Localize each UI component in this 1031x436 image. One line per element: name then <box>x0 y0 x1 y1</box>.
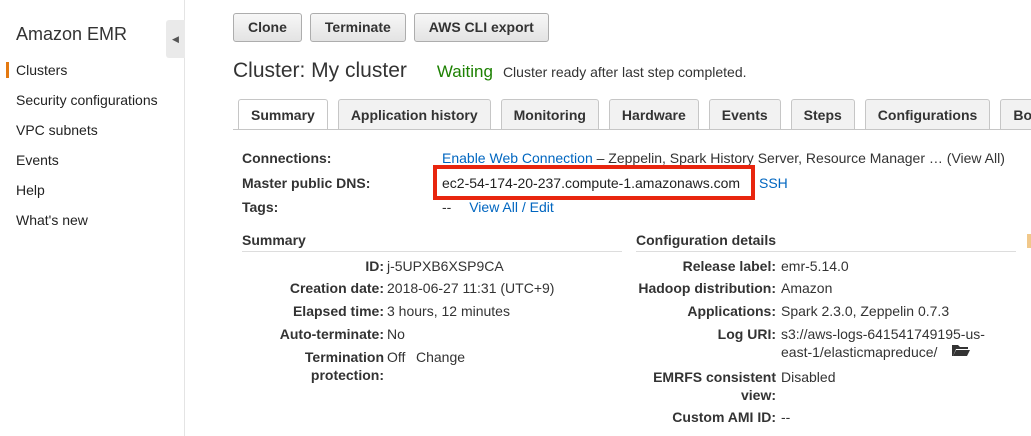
tab-monitoring[interactable]: Monitoring <box>500 99 599 130</box>
collapse-sidebar-button[interactable]: ◀ <box>166 20 185 58</box>
log-uri-value-2: east-1/elasticmapreduce/ <box>781 344 938 360</box>
creation-date-value: 2018-06-27 11:31 (UTC+9) <box>387 280 555 296</box>
elapsed-time-value: 3 hours, 12 minutes <box>387 303 510 319</box>
applications-value: Spark 2.3.0, Zeppelin 0.7.3 <box>781 303 950 319</box>
brand-title[interactable]: Amazon EMR <box>16 24 127 45</box>
tab-bar: Summary Application history Monitoring H… <box>238 99 1031 130</box>
cluster-header: Cluster: My cluster Waiting Cluster read… <box>233 59 747 83</box>
auto-terminate-label: Auto-terminate: <box>279 326 384 342</box>
applications-label: Applications: <box>687 303 776 319</box>
master-dns-label: Master public DNS: <box>242 175 371 191</box>
emrfs-consistent-view-value: Disabled <box>781 369 836 385</box>
termination-protection-label-1: Termination <box>304 349 384 365</box>
change-termination-link[interactable]: Change <box>416 348 465 366</box>
tab-hardware[interactable]: Hardware <box>608 99 699 130</box>
toolbar: Clone Terminate AWS CLI export <box>233 13 549 42</box>
master-dns-value[interactable]: ec2-54-174-20-237.compute-1.amazonaws.co… <box>442 175 740 191</box>
sidebar-item-whats-new[interactable]: What's new <box>0 208 184 238</box>
config-values: emr-5.14.0 Amazon Spark 2.3.0, Zeppelin … <box>781 257 1021 427</box>
tab-events[interactable]: Events <box>708 99 781 130</box>
enable-web-connection-link[interactable]: Enable Web Connection <box>442 150 593 166</box>
termination-protection-label-2: protection: <box>310 367 384 383</box>
cluster-id-value: j-5UPXB6XSP9CA <box>387 258 504 274</box>
view-all-edit-tags-link[interactable]: View All / Edit <box>469 199 554 215</box>
clone-button[interactable]: Clone <box>233 13 302 42</box>
custom-ami-label: Custom AMI ID: <box>672 409 776 425</box>
folder-open-icon <box>952 345 970 356</box>
release-label-value: emr-5.14.0 <box>781 258 849 274</box>
emrfs-label-1: EMRFS consistent <box>653 369 776 385</box>
connections-apps-text: – Zeppelin, Spark History Server, Resour… <box>592 150 947 166</box>
tags-empty-value: -- <box>442 199 452 215</box>
terminate-button[interactable]: Terminate <box>309 13 406 42</box>
custom-ami-value: -- <box>781 409 791 425</box>
log-uri-value-1: s3://aws-logs-641541749195-us- <box>781 326 985 342</box>
status-badge: Waiting <box>436 62 493 81</box>
hadoop-distribution-value: Amazon <box>781 280 833 296</box>
elapsed-time-label: Elapsed time: <box>292 303 384 319</box>
creation-date-label: Creation date: <box>289 280 384 296</box>
tab-bootstrap-actions[interactable]: Bootstr <box>1000 99 1031 130</box>
connections-value: Enable Web Connection – Zeppelin, Spark … <box>442 150 1005 166</box>
ssh-link[interactable]: SSH <box>759 175 788 191</box>
tags-label: Tags: <box>242 199 279 215</box>
summary-heading: Summary <box>242 232 622 252</box>
hadoop-distribution-label: Hadoop distribution: <box>638 280 776 296</box>
termination-protection-value: Off <box>387 349 406 365</box>
log-uri-label: Log URI: <box>717 326 776 342</box>
aws-cli-export-button[interactable]: AWS CLI export <box>413 13 549 42</box>
sidebar-item-security-configurations[interactable]: Security configurations <box>0 88 184 118</box>
sidebar-item-clusters[interactable]: Clusters <box>0 58 184 88</box>
chevron-left-icon: ◀ <box>172 33 179 44</box>
sidebar-item-vpc-subnets[interactable]: VPC subnets <box>0 118 184 148</box>
view-all-connections-link[interactable]: (View All) <box>947 150 1005 166</box>
tab-summary[interactable]: Summary <box>238 99 328 130</box>
sidebar: Amazon EMR ◀ Clusters Security configura… <box>0 0 185 436</box>
summary-values: j-5UPXB6XSP9CA 2018-06-27 11:31 (UTC+9) … <box>387 257 627 387</box>
tab-application-history[interactable]: Application history <box>337 99 491 130</box>
sidebar-item-events[interactable]: Events <box>0 148 184 178</box>
emrfs-label-2: view: <box>740 387 776 403</box>
connections-label: Connections: <box>242 150 332 166</box>
tab-steps[interactable]: Steps <box>790 99 855 130</box>
release-label-label: Release label: <box>682 258 776 274</box>
auto-terminate-value: No <box>387 326 405 342</box>
status-message: Cluster ready after last step completed. <box>502 64 747 80</box>
tags-value: -- View All / Edit <box>442 199 554 215</box>
folder-icon[interactable] <box>951 342 971 358</box>
page-title: Cluster: My cluster <box>233 59 407 82</box>
tab-configurations[interactable]: Configurations <box>864 99 991 130</box>
edge-marker <box>1027 234 1031 248</box>
sidebar-nav: Clusters Security configurations VPC sub… <box>0 58 184 238</box>
sidebar-item-help[interactable]: Help <box>0 178 184 208</box>
tab-divider <box>233 129 1031 130</box>
id-label: ID: <box>365 258 384 274</box>
configuration-details-heading: Configuration details <box>636 232 1016 252</box>
